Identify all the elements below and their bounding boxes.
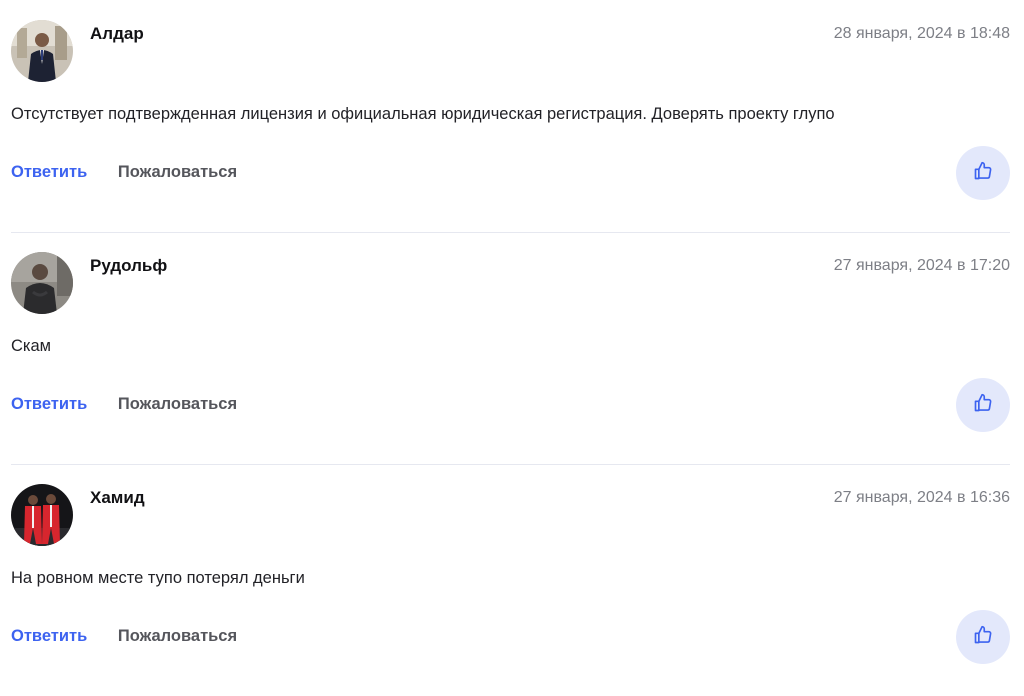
comment-item: Алдар 28 января, 2024 в 18:48 Отсутствуе… [11, 0, 1010, 232]
report-button[interactable]: Пожаловаться [118, 395, 237, 413]
comment-date: 27 января, 2024 в 17:20 [833, 257, 1010, 274]
report-button[interactable]: Пожаловаться [118, 163, 237, 181]
report-button[interactable]: Пожаловаться [118, 627, 237, 645]
comment-text: Отсутствует подтвержденная лицензия и оф… [11, 105, 835, 123]
comment-text: Скам [11, 337, 52, 355]
reply-button[interactable]: Ответить [11, 627, 87, 645]
like-button[interactable] [956, 146, 1010, 200]
comment-author: Хамид [90, 488, 145, 507]
comment-actions: Ответить Пожаловаться [11, 162, 237, 182]
thumbs-up-icon [973, 625, 993, 650]
thumbs-up-icon [973, 161, 993, 186]
comment-date: 28 января, 2024 в 18:48 [833, 25, 1010, 42]
comments-list: Алдар 28 января, 2024 в 18:48 Отсутствуе… [11, 0, 1010, 696]
comment-item: Рудольф 27 января, 2024 в 17:20 Скам Отв… [11, 232, 1010, 464]
comment-actions: Ответить Пожаловаться [11, 626, 237, 646]
reply-button[interactable]: Ответить [11, 163, 87, 181]
comment-date: 27 января, 2024 в 16:36 [833, 489, 1010, 506]
avatar[interactable] [11, 20, 73, 82]
avatar[interactable] [11, 252, 73, 314]
thumbs-up-icon [973, 393, 993, 418]
comment-item: Хамид 27 января, 2024 в 16:36 На ровном … [11, 464, 1010, 696]
like-button[interactable] [956, 378, 1010, 432]
avatar[interactable] [11, 484, 73, 546]
comment-author: Рудольф [90, 256, 168, 275]
comment-actions: Ответить Пожаловаться [11, 394, 237, 414]
like-button[interactable] [956, 610, 1010, 664]
reply-button[interactable]: Ответить [11, 395, 87, 413]
comment-author: Алдар [90, 24, 144, 43]
comment-text: На ровном месте тупо потерял деньги [11, 569, 305, 587]
